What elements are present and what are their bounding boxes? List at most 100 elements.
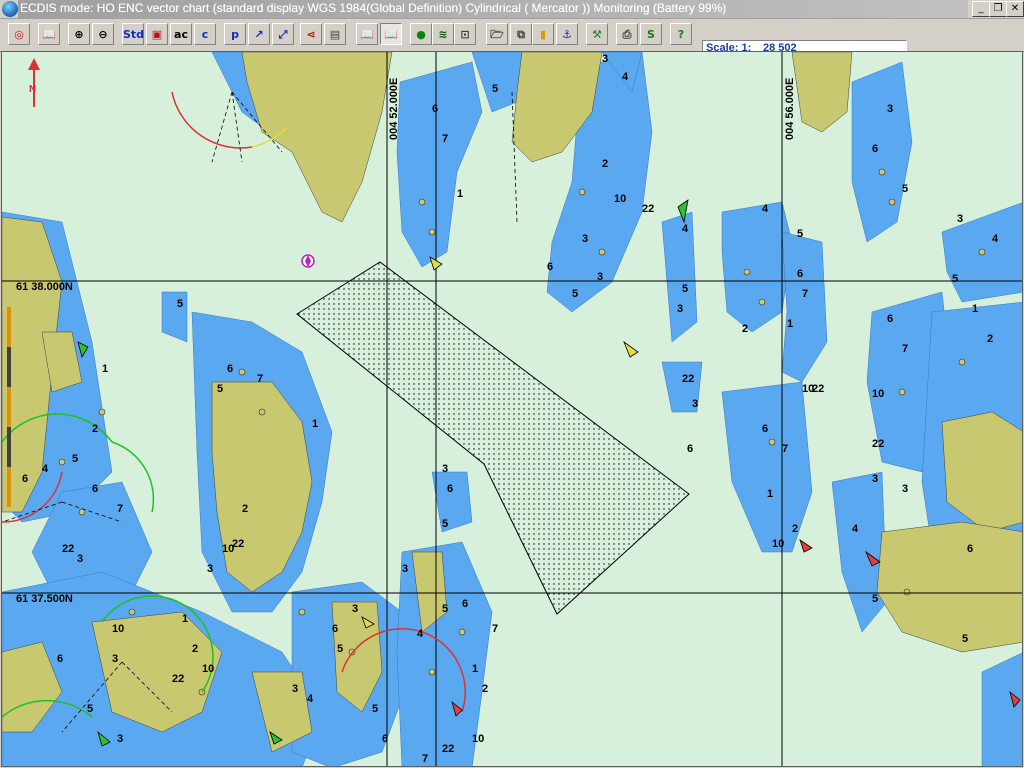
book-open-button[interactable]: 📖 <box>356 23 378 45</box>
depth-sounding: 7 <box>257 373 263 385</box>
depth-sounding: 5 <box>177 298 183 310</box>
depth-sounding: 4 <box>762 203 769 215</box>
depth-sounding: 2 <box>192 643 198 655</box>
share-button[interactable]: ⋖ <box>300 23 322 45</box>
depth-sounding: 3 <box>352 603 358 615</box>
script-s-button[interactable]: S <box>640 23 662 45</box>
hammer-icon: ⚒ <box>592 28 602 41</box>
waves-button[interactable]: ≋ <box>432 23 454 45</box>
minimize-button[interactable]: _ <box>972 1 990 17</box>
depth-sounding: 10 <box>472 733 484 745</box>
text-c-icon: c <box>201 28 209 41</box>
depth-sounding: 6 <box>382 733 388 745</box>
depth-sounding: 1 <box>972 303 978 315</box>
depth-sounding: 3 <box>77 553 83 565</box>
depth-sounding: 22 <box>872 438 884 450</box>
depth-sounding: 1 <box>472 663 478 675</box>
depth-sounding: 3 <box>582 233 588 245</box>
text-a-button[interactable]: ac <box>170 23 192 45</box>
depth-sounding: 5 <box>872 593 878 605</box>
depth-sounding: 3 <box>902 483 908 495</box>
position-marker-icon <box>301 254 315 268</box>
restricted-area <box>296 261 690 615</box>
depth-sounding: 4 <box>42 463 49 475</box>
zoom-out-icon: ⊖ <box>98 28 108 41</box>
depth-sounding: 4 <box>992 233 999 245</box>
depth-sounding: 2 <box>242 503 248 515</box>
depth-sounding: 7 <box>117 503 123 515</box>
route-edit-button[interactable]: ⤢ <box>272 23 294 45</box>
hammer-button[interactable]: ⚒ <box>586 23 608 45</box>
print-button[interactable]: ⎙ <box>616 23 638 45</box>
anchor-button[interactable]: ⚓ <box>556 23 578 45</box>
depth-sounding: 10 <box>614 193 626 205</box>
depth-sounding: 6 <box>687 443 693 455</box>
depth-sounding: 5 <box>952 273 958 285</box>
fit-button[interactable]: ⊡ <box>454 23 476 45</box>
depth-sounding: 6 <box>967 543 973 555</box>
depth-sounding: 7 <box>902 343 908 355</box>
vertical-scale-bar <box>7 307 11 507</box>
share-icon: ⋖ <box>306 28 316 41</box>
depth-sounding: 3 <box>207 563 213 575</box>
depth-sounding: 6 <box>762 423 768 435</box>
traffic-light-button[interactable]: ▮ <box>532 23 554 45</box>
table-button[interactable]: ▤ <box>324 23 346 45</box>
north-arrow-icon <box>28 58 40 107</box>
depth-sounding: 5 <box>442 518 448 530</box>
dot-button[interactable]: ● <box>410 23 432 45</box>
depth-sounding: 7 <box>422 753 428 765</box>
depth-sounding: 7 <box>782 443 788 455</box>
depth-sounding: 5 <box>217 383 223 395</box>
depth-sounding: 6 <box>797 268 803 280</box>
zoom-in-button[interactable]: ⊕ <box>68 23 90 45</box>
depth-sounding: 6 <box>57 653 63 665</box>
depth-sounding: 22 <box>232 538 244 550</box>
depth-sounding: 5 <box>902 183 908 195</box>
depth-sounding: 3 <box>597 271 603 283</box>
chart-canvas[interactable]: 3456712102236534567121022365345671210223… <box>2 52 1023 767</box>
restore-button[interactable]: ❐ <box>989 1 1007 17</box>
depth-sounding: 4 <box>682 223 689 235</box>
close-button[interactable]: ✕ <box>1006 1 1024 17</box>
target-icon: ◎ <box>14 28 24 41</box>
help-icon: ? <box>677 28 685 41</box>
layers-button[interactable]: ▣ <box>146 23 168 45</box>
book-open-pressed-button[interactable]: 📖 <box>380 23 402 45</box>
depth-sounding: 2 <box>482 683 488 695</box>
traffic-light-icon: ▮ <box>539 28 547 41</box>
depth-sounding: 10 <box>112 623 124 635</box>
fit-icon: ⊡ <box>460 28 470 41</box>
chart-view[interactable]: 3 4 5 6 7 1 2 10 22 3 6 5 3 4 5 6 7 1 2 10 22 3 6 5 3 4 5 6 7 1 2 10 22 3… <box>1 51 1023 767</box>
depth-sounding: 1 <box>102 363 108 375</box>
depth-sounding: 1 <box>182 613 188 625</box>
depth-sounding: 10 <box>202 663 214 675</box>
help-button[interactable]: ? <box>670 23 692 45</box>
depth-sounding: 3 <box>117 733 123 745</box>
depth-p-button[interactable]: p <box>224 23 246 45</box>
text-c-button[interactable]: c <box>194 23 216 45</box>
zoom-in-icon: ⊕ <box>74 28 84 41</box>
depth-sounding: 3 <box>692 398 698 410</box>
depth-sounding: 3 <box>887 103 893 115</box>
route-button[interactable]: ↗ <box>248 23 270 45</box>
depth-sounding: 10 <box>772 538 784 550</box>
depth-sounding: 1 <box>312 418 318 430</box>
standard-display-button[interactable]: Std <box>122 23 144 45</box>
depth-sounding: 22 <box>442 743 454 755</box>
zoom-out-button[interactable]: ⊖ <box>92 23 114 45</box>
standard-display-icon: Std <box>123 28 145 41</box>
depth-sounding: 3 <box>442 463 448 475</box>
depth-sounding: 4 <box>852 523 859 535</box>
folder-button[interactable]: 🗁 <box>486 23 508 45</box>
target-button[interactable]: ◎ <box>8 23 30 45</box>
depth-sounding: 5 <box>797 228 803 240</box>
depth-sounding: 3 <box>677 303 683 315</box>
depth-sounding: 10 <box>872 388 884 400</box>
north-arrow-label: N <box>29 84 37 95</box>
depth-sounding: 5 <box>72 453 78 465</box>
book-button[interactable]: 📖 <box>38 23 60 45</box>
toolbar: Scale: 1: 28 502 ◎ 📖 ⊕ ⊖ Std ▣ ac c p ↗ ⤢ ⋖ ▤ 📖 📖 ● ≋ ⊡ 🗁 ⧉… <box>0 19 1024 58</box>
copy-button[interactable]: ⧉ <box>510 23 532 45</box>
depth-sounding: 3 <box>112 653 118 665</box>
